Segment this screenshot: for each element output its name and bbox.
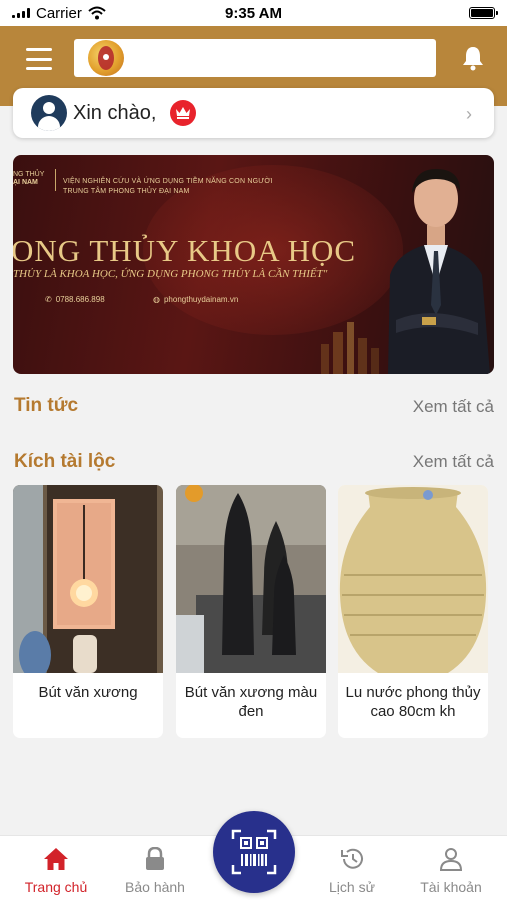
user-icon [439, 848, 463, 871]
greeting-card[interactable]: Xin chào, › [13, 88, 494, 138]
presenter-photo [388, 169, 490, 374]
tab-account-label: Tài khoản [420, 879, 482, 895]
greeting-text: Xin chào, [73, 101, 157, 124]
products-see-all-link[interactable]: Xem tất cả [413, 452, 494, 472]
search-bar[interactable] [74, 39, 436, 77]
menu-icon-bar [26, 57, 52, 61]
crown-badge-icon [170, 100, 197, 126]
product-image [176, 485, 326, 673]
tab-account[interactable]: Tài khoản [406, 846, 496, 895]
product-image [338, 485, 488, 673]
battery-icon [469, 7, 498, 19]
news-section-title: Tin tức [14, 395, 79, 416]
status-bar: Carrier 9:35 AM [0, 0, 507, 26]
product-card[interactable]: Bút văn xương màu đen [176, 485, 326, 738]
product-name: Lu nước phong thủy cao 80cm kh [345, 684, 481, 720]
menu-icon-bar [26, 48, 52, 51]
tab-home-label: Trang chủ [24, 879, 88, 895]
banner-institute-line1: VIỆN NGHIÊN CỨU VÀ ỨNG DỤNG TIỀM NĂNG CO… [63, 178, 273, 185]
menu-icon-bar [26, 67, 52, 70]
status-right [469, 7, 498, 19]
banner-phone: ✆ 0788.686.898 [45, 295, 105, 304]
product-name: Bút văn xương màu đen [184, 684, 318, 720]
banner-website-url: phongthuydainam.vn [163, 295, 239, 304]
banner-institute-line2: TRUNG TÂM PHONG THỦY ĐẠI NAM [63, 188, 190, 195]
promo-banner[interactable]: NG THỦY ẠI NAM VIỆN NGHIÊN CỨU VÀ ỨNG DỤ… [13, 155, 494, 374]
banner-website: ◍ phongthuydainam.vn [153, 295, 238, 304]
brand-logo-icon [88, 40, 124, 76]
banner-title: ONG THỦY KHOA HỌC [13, 233, 357, 268]
carrier-label: Carrier [36, 4, 82, 22]
tab-history-label: Lịch sử [329, 879, 375, 895]
banner-org-line1: NG THỦY [13, 171, 45, 178]
tab-home[interactable]: Trang chủ [11, 846, 101, 895]
banner-phone-number: 0788.686.898 [55, 295, 105, 304]
banner-subtitle: THỦY LÀ KHOA HỌC, ỨNG DỤNG PHONG THỦY LÀ… [13, 268, 328, 280]
globe-icon: ◍ [153, 295, 160, 304]
wifi-icon [88, 6, 106, 20]
tab-warranty-label: Bảo hành [125, 879, 185, 895]
phone-icon: ✆ [45, 295, 52, 304]
products-section-title: Kích tài lộc [14, 451, 116, 472]
product-card[interactable]: Lu nước phong thủy cao 80cm kh [338, 485, 488, 738]
tab-warranty[interactable]: Bảo hành [110, 846, 200, 895]
avatar-icon [31, 95, 67, 131]
history-icon [341, 848, 363, 869]
news-see-all-link[interactable]: Xem tất cả [413, 397, 494, 417]
banner-divider [55, 169, 56, 191]
product-card[interactable]: Bút văn xương [13, 485, 163, 738]
tab-history[interactable]: Lịch sử [307, 846, 397, 895]
chevron-right-icon: › [466, 104, 472, 124]
bell-icon[interactable] [460, 45, 486, 71]
menu-button[interactable] [26, 48, 52, 70]
signal-icon [12, 8, 30, 18]
lock-icon [146, 847, 164, 870]
status-left: Carrier [12, 5, 106, 22]
product-image [13, 485, 163, 673]
qr-scan-icon [231, 829, 277, 875]
product-name: Bút văn xương [38, 684, 138, 701]
banner-org-line2: ẠI NAM [13, 179, 38, 186]
home-icon [44, 848, 68, 870]
scan-button[interactable] [213, 811, 295, 893]
